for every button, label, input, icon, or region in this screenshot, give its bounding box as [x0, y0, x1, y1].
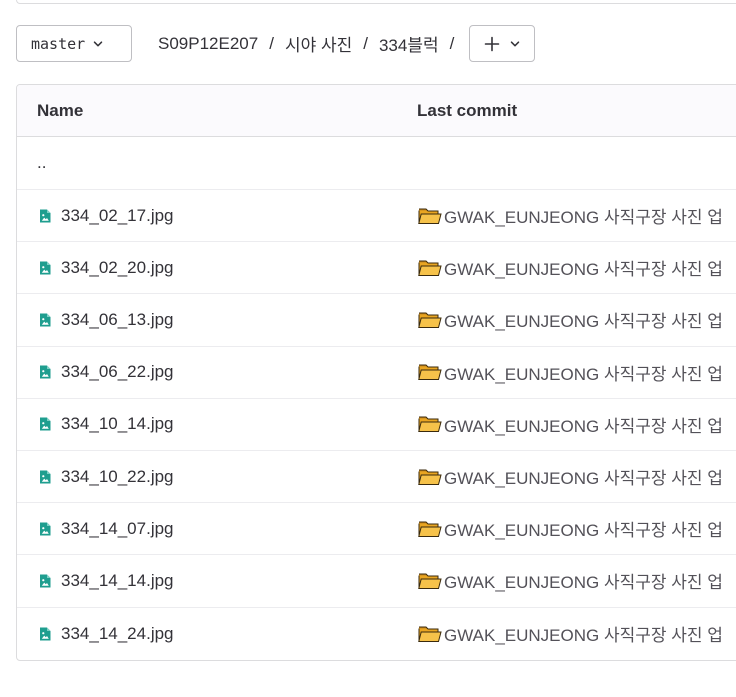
parent-directory-label: ..: [37, 153, 47, 172]
breadcrumb-separator: /: [363, 33, 368, 53]
file-link[interactable]: 334_14_14.jpg: [37, 555, 174, 606]
parent-directory-link[interactable]: ..: [37, 137, 46, 189]
table-row: 334_06_22.jpg GWAK_EUNJEONG 사직구장 사진 업: [17, 347, 736, 399]
open-folder-icon: [418, 469, 442, 485]
open-folder-icon: [418, 416, 442, 433]
column-header-name: Name: [37, 100, 84, 120]
file-name: 334_02_20.jpg: [61, 257, 174, 277]
add-to-tree-button[interactable]: [469, 25, 536, 62]
plus-icon: [485, 36, 500, 51]
repo-toolbar: master S09P12E207 / 시야 사진 / 334블럭 /: [16, 24, 536, 63]
file-name: 334_10_14.jpg: [61, 414, 174, 434]
file-name: 334_14_07.jpg: [61, 518, 174, 538]
file-name: 334_02_17.jpg: [61, 205, 174, 225]
breadcrumb: S09P12E207 / 시야 사진 / 334블럭 /: [158, 31, 465, 56]
branch-label: master: [31, 34, 86, 53]
table-row: 334_06_13.jpg GWAK_EUNJEONG 사직구장 사진 업: [17, 294, 736, 347]
image-file-icon: [40, 365, 51, 379]
open-folder-icon: [418, 573, 442, 589]
commit-message: GWAK_EUNJEONG 사직구장 사진 업: [444, 521, 723, 541]
last-commit-link[interactable]: GWAK_EUNJEONG 사직구장 사진 업: [418, 555, 723, 606]
chevron-down-icon: [511, 40, 520, 46]
image-file-icon: [40, 627, 51, 641]
column-header-last-commit: Last commit: [417, 100, 518, 120]
commit-message: GWAK_EUNJEONG 사직구장 사진 업: [444, 260, 723, 280]
file-link[interactable]: 334_14_07.jpg: [37, 503, 174, 554]
breadcrumb-separator: /: [269, 33, 274, 53]
image-file-icon: [40, 209, 51, 223]
commit-message: GWAK_EUNJEONG 사직구장 사진 업: [444, 416, 723, 436]
last-commit-link[interactable]: GWAK_EUNJEONG 사직구장 사진 업: [418, 399, 723, 450]
file-link[interactable]: 334_02_17.jpg: [37, 190, 174, 241]
table-row: 334_10_22.jpg GWAK_EUNJEONG 사직구장 사진 업: [17, 451, 736, 504]
open-folder-icon: [418, 312, 442, 328]
commit-message: GWAK_EUNJEONG 사직구장 사진 업: [444, 573, 723, 593]
table-row: 334_14_24.jpg GWAK_EUNJEONG 사직구장 사진 업: [17, 608, 736, 660]
last-commit-link[interactable]: GWAK_EUNJEONG 사직구장 사진 업: [418, 242, 723, 293]
commit-message: GWAK_EUNJEONG 사직구장 사진 업: [444, 364, 723, 384]
image-file-icon: [40, 261, 51, 275]
file-name: 334_06_13.jpg: [61, 309, 174, 329]
chevron-down-icon: [93, 40, 103, 46]
image-file-icon: [40, 522, 51, 536]
table-row: 334_10_14.jpg GWAK_EUNJEONG 사직구장 사진 업: [17, 399, 736, 451]
table-row: 334_02_20.jpg GWAK_EUNJEONG 사직구장 사진 업: [17, 242, 736, 295]
open-folder-icon: [418, 521, 442, 537]
commit-message: GWAK_EUNJEONG 사직구장 사진 업: [444, 626, 723, 646]
table-header: Name Last commit: [17, 85, 736, 137]
file-link[interactable]: 334_02_20.jpg: [37, 242, 174, 293]
file-name: 334_14_24.jpg: [61, 623, 174, 643]
commit-message: GWAK_EUNJEONG 사직구장 사진 업: [444, 208, 723, 228]
last-commit-link[interactable]: GWAK_EUNJEONG 사직구장 사진 업: [418, 451, 723, 502]
image-file-icon: [40, 470, 51, 484]
file-link[interactable]: 334_14_24.jpg: [37, 608, 174, 660]
last-commit-link[interactable]: GWAK_EUNJEONG 사직구장 사진 업: [418, 347, 723, 398]
commit-message: GWAK_EUNJEONG 사직구장 사진 업: [444, 312, 723, 332]
file-rows: 334_02_17.jpg GWAK_EUNJEONG 사직구장 사진 업 33…: [17, 190, 736, 660]
file-name: 334_14_14.jpg: [61, 570, 174, 590]
previous-panel-edge: [16, 0, 736, 4]
breadcrumb-separator: /: [449, 33, 455, 53]
image-file-icon: [40, 313, 51, 327]
table-row: 334_14_14.jpg GWAK_EUNJEONG 사직구장 사진 업: [17, 555, 736, 608]
breadcrumb-item-folder[interactable]: 시야 사진: [285, 31, 352, 56]
file-tree-table: Name Last commit .. 334_02_17.jpg GWAK_E…: [16, 84, 736, 661]
last-commit-link[interactable]: GWAK_EUNJEONG 사직구장 사진 업: [418, 190, 723, 241]
commit-message: GWAK_EUNJEONG 사직구장 사진 업: [444, 469, 723, 489]
breadcrumb-item-project[interactable]: S09P12E207: [158, 34, 258, 54]
file-link[interactable]: 334_10_14.jpg: [37, 399, 174, 450]
open-folder-icon: [418, 626, 442, 642]
table-row: 334_02_17.jpg GWAK_EUNJEONG 사직구장 사진 업: [17, 190, 736, 243]
file-name: 334_06_22.jpg: [61, 362, 174, 382]
open-folder-icon: [418, 364, 442, 381]
file-link[interactable]: 334_06_22.jpg: [37, 347, 174, 398]
open-folder-icon: [418, 208, 442, 224]
branch-selector-button[interactable]: master: [16, 25, 132, 62]
file-link[interactable]: 334_10_22.jpg: [37, 451, 174, 502]
file-name: 334_10_22.jpg: [61, 466, 174, 486]
last-commit-link[interactable]: GWAK_EUNJEONG 사직구장 사진 업: [418, 503, 723, 554]
open-folder-icon: [418, 260, 442, 276]
file-link[interactable]: 334_06_13.jpg: [37, 294, 174, 345]
table-row: 334_14_07.jpg GWAK_EUNJEONG 사직구장 사진 업: [17, 503, 736, 556]
last-commit-link[interactable]: GWAK_EUNJEONG 사직구장 사진 업: [418, 294, 723, 345]
image-file-icon: [40, 574, 51, 588]
breadcrumb-item-current[interactable]: 334블럭: [379, 31, 439, 56]
last-commit-link[interactable]: GWAK_EUNJEONG 사직구장 사진 업: [418, 608, 723, 660]
parent-directory-row[interactable]: ..: [17, 137, 736, 190]
image-file-icon: [40, 417, 51, 431]
